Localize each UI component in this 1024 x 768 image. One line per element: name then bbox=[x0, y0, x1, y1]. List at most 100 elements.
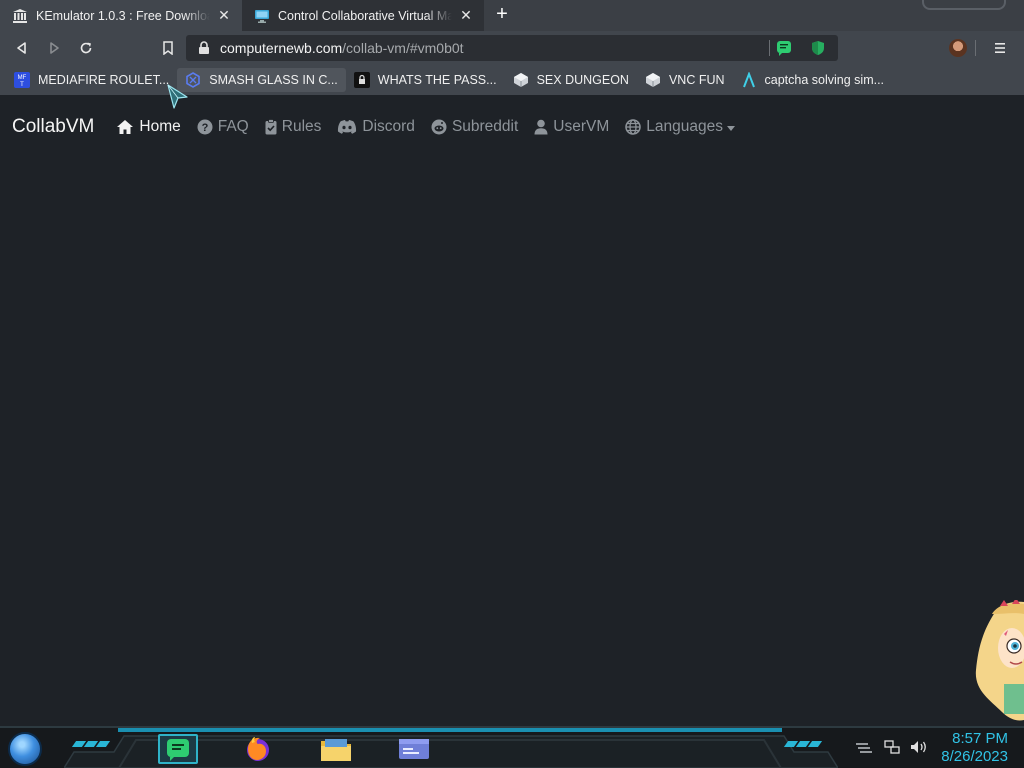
volume-icon[interactable] bbox=[910, 740, 928, 759]
folder-icon bbox=[321, 739, 351, 761]
clipboard-icon bbox=[265, 119, 277, 135]
taskbar-chat-app[interactable] bbox=[158, 734, 198, 764]
bookmark-label: WHATS THE PASS... bbox=[377, 73, 497, 87]
bookmark-label: MEDIAFIRE ROULET... bbox=[38, 73, 170, 87]
chevron-decoration-icon bbox=[71, 741, 111, 747]
nav-home[interactable]: Home bbox=[116, 118, 181, 136]
notification-bars-icon[interactable] bbox=[854, 741, 874, 759]
tab-kemulator[interactable]: KEmulator 1.0.3 : Free Download, Borrow,… bbox=[0, 0, 242, 31]
url-path: /collab-vm/#vm0b0t bbox=[342, 40, 464, 56]
bookmark-item[interactable]: captcha solving sim... bbox=[733, 68, 893, 92]
nav-label: Home bbox=[139, 118, 181, 135]
nav-label: Discord bbox=[362, 118, 415, 135]
hamburger-icon bbox=[995, 43, 1005, 53]
system-tray bbox=[854, 740, 928, 759]
nav-rules[interactable]: Rules bbox=[265, 118, 322, 136]
nav-discord[interactable]: Discord bbox=[337, 118, 415, 136]
nav-languages-dropdown[interactable]: Languages bbox=[625, 118, 735, 136]
bookmark-label: SMASH GLASS IN C... bbox=[209, 73, 338, 87]
bookmark-item[interactable]: VNC FUN bbox=[637, 68, 733, 92]
archive-icon bbox=[12, 8, 28, 24]
page-content: CollabVM Home ? FAQ Rules Discord Subred… bbox=[0, 95, 1024, 726]
forward-arrow-icon bbox=[50, 42, 59, 54]
nav-toolbar: computernewb.com/collab-vm/#vm0b0t bbox=[0, 31, 1024, 65]
bookmark-icon bbox=[163, 41, 173, 55]
bookmark-item[interactable]: WHATS THE PASS... bbox=[346, 68, 505, 92]
chat-extension-icon[interactable] bbox=[776, 40, 792, 56]
bookmark-item[interactable]: MF T MEDIAFIRE ROULET... bbox=[6, 68, 177, 92]
clock-date: 8/26/2023 bbox=[941, 748, 1008, 765]
taskbar-accent-stripe bbox=[118, 728, 782, 732]
network-icon[interactable] bbox=[884, 740, 900, 759]
bookmark-label: captcha solving sim... bbox=[764, 73, 885, 87]
bookmarks-bar: MF T MEDIAFIRE ROULET... SMASH GLASS IN C… bbox=[0, 65, 1024, 95]
taskbar: 8:57 PM 8/26/2023 bbox=[0, 726, 1024, 768]
nav-label: Rules bbox=[281, 118, 322, 135]
nav-label: UserVM bbox=[553, 118, 610, 135]
vm-icon bbox=[645, 72, 661, 88]
taskbar-clock[interactable]: 8:57 PM 8/26/2023 bbox=[941, 730, 1008, 766]
dark-square-icon bbox=[353, 72, 370, 88]
taskbar-firefox[interactable] bbox=[238, 734, 278, 764]
bookmark-item[interactable]: SEX DUNGEON bbox=[505, 68, 637, 92]
forward-button[interactable] bbox=[38, 34, 70, 62]
vm-icon bbox=[513, 72, 529, 88]
divider bbox=[769, 40, 770, 56]
titlebar-decoration bbox=[922, 0, 1006, 10]
site-brand[interactable]: CollabVM bbox=[12, 116, 94, 138]
monitor-icon bbox=[254, 8, 270, 24]
url-domain: computernewb.com bbox=[220, 40, 343, 56]
chevron-decoration-icon bbox=[783, 741, 823, 747]
character-mascot-image bbox=[968, 598, 1024, 726]
reddit-icon bbox=[431, 119, 447, 135]
bookmark-label: VNC FUN bbox=[668, 73, 725, 87]
toolbar-right bbox=[949, 34, 1016, 62]
question-icon: ? bbox=[197, 119, 213, 135]
site-navbar: CollabVM Home ? FAQ Rules Discord Subred… bbox=[12, 115, 751, 139]
globe-icon bbox=[625, 119, 642, 135]
nav-faq[interactable]: ? FAQ bbox=[197, 118, 249, 136]
nav-label: FAQ bbox=[217, 118, 249, 135]
nav-label: Subreddit bbox=[451, 118, 519, 135]
tab-title: KEmulator 1.0.3 : Free Download, Borrow,… bbox=[36, 8, 210, 23]
home-icon bbox=[116, 119, 134, 135]
back-arrow-icon bbox=[17, 42, 26, 54]
back-button[interactable] bbox=[6, 34, 38, 62]
nav-label: Languages bbox=[646, 118, 723, 135]
user-icon bbox=[534, 119, 548, 135]
discord-icon bbox=[337, 119, 357, 135]
start-button[interactable] bbox=[8, 732, 42, 766]
tab-title: Control Collaborative Virtual Machines bbox=[278, 8, 452, 23]
svg-text:MF: MF bbox=[18, 75, 27, 81]
firefox-icon bbox=[247, 737, 269, 761]
chat-app-icon bbox=[167, 739, 189, 761]
nav-subreddit[interactable]: Subreddit bbox=[431, 118, 518, 136]
bookmark-label: SEX DUNGEON bbox=[536, 73, 629, 87]
reload-icon bbox=[80, 42, 92, 54]
chevron-down-icon bbox=[727, 125, 735, 131]
mouse-cursor-icon bbox=[166, 83, 190, 116]
address-bar[interactable]: computernewb.com/collab-vm/#vm0b0t bbox=[186, 35, 838, 61]
reload-button[interactable] bbox=[70, 34, 102, 62]
nav-uservm[interactable]: UserVM bbox=[534, 118, 609, 136]
tab-strip: KEmulator 1.0.3 : Free Download, Borrow,… bbox=[0, 0, 1024, 31]
taskbar-window-app[interactable] bbox=[394, 734, 434, 764]
divider bbox=[975, 40, 976, 56]
lambda-icon bbox=[741, 72, 757, 88]
taskbar-file-explorer[interactable] bbox=[316, 734, 356, 764]
window-app-icon bbox=[399, 739, 429, 759]
svg-text:?: ? bbox=[201, 122, 208, 134]
bookmark-button[interactable] bbox=[152, 34, 184, 62]
tab-collabvm[interactable]: Control Collaborative Virtual Machines ✕ bbox=[242, 0, 484, 31]
new-tab-button[interactable]: + bbox=[490, 3, 514, 27]
bookmark-item[interactable]: SMASH GLASS IN C... bbox=[177, 68, 346, 92]
clock-time: 8:57 PM bbox=[952, 730, 1008, 747]
profile-avatar-icon[interactable] bbox=[949, 39, 967, 57]
svg-text:T: T bbox=[20, 82, 24, 88]
mediafire-icon: MF T bbox=[14, 72, 30, 88]
menu-button[interactable] bbox=[984, 34, 1016, 62]
lock-icon bbox=[196, 41, 212, 55]
close-tab-icon[interactable]: ✕ bbox=[458, 7, 474, 24]
close-tab-icon[interactable]: ✕ bbox=[216, 7, 232, 24]
shield-extension-icon[interactable] bbox=[810, 40, 826, 56]
